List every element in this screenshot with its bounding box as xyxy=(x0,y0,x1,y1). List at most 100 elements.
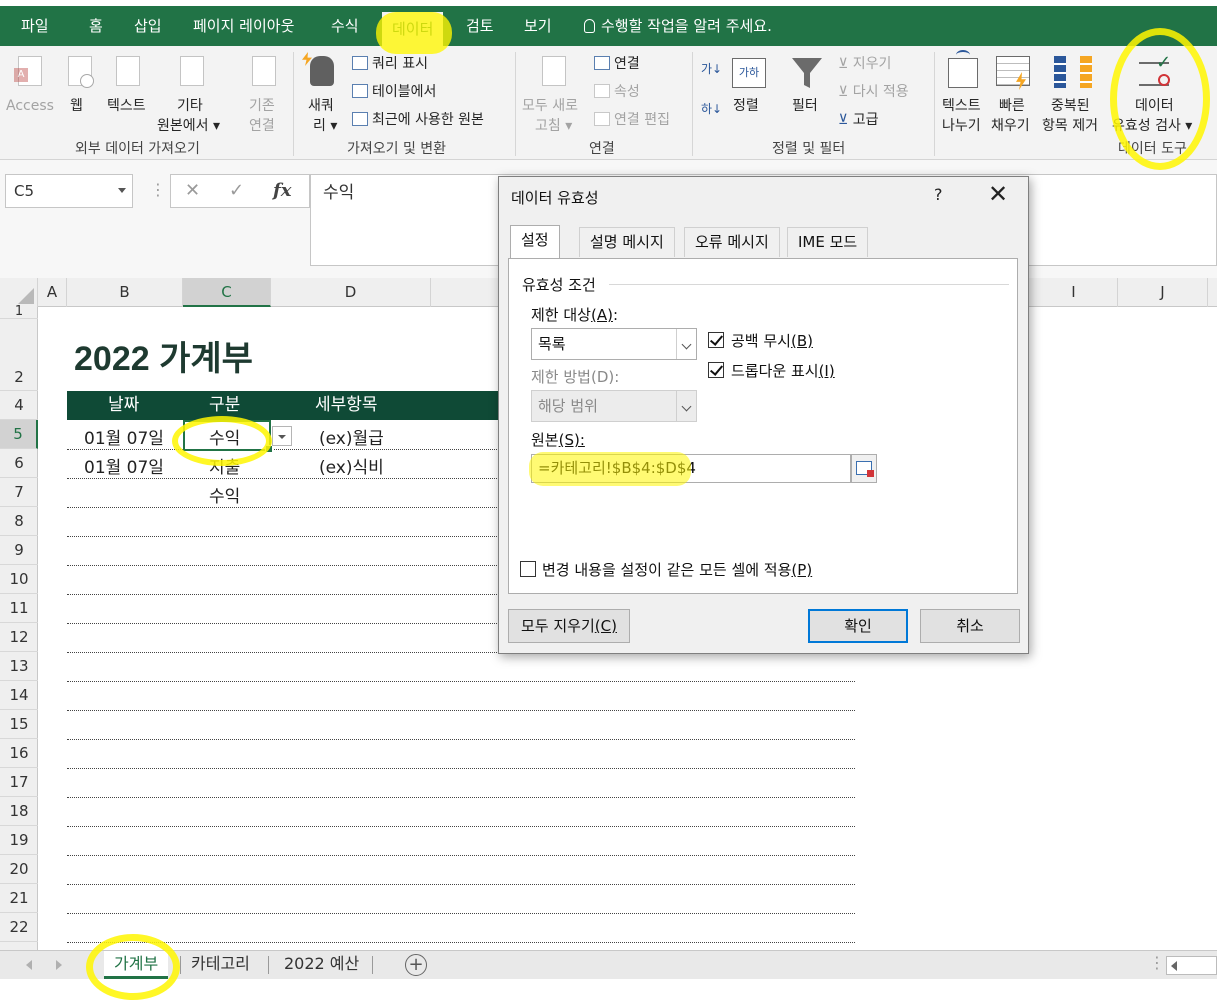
sort-ascending-icon[interactable]: 가↓ xyxy=(701,62,722,76)
row-header[interactable]: 12 xyxy=(0,623,38,652)
cell-c6[interactable]: 지출 xyxy=(209,453,240,478)
ignore-blank-checkbox[interactable] xyxy=(708,332,724,348)
row-header[interactable]: 16 xyxy=(0,739,38,768)
sort-dialog-icon: 가하 xyxy=(732,58,766,88)
help-button[interactable]: ? xyxy=(934,185,943,204)
tab-data[interactable]: 데이터 xyxy=(382,12,444,46)
row-header[interactable]: 21 xyxy=(0,884,38,913)
header-detail: 세부항목 xyxy=(315,395,378,415)
edit-links-button[interactable]: 연결 편집 xyxy=(594,110,670,130)
tab-insert[interactable]: 삽입 xyxy=(134,6,162,46)
row-header[interactable]: 20 xyxy=(0,855,38,884)
row-header[interactable]: 6 xyxy=(0,449,38,478)
select-all-corner[interactable] xyxy=(0,278,38,307)
column-header-j[interactable]: J xyxy=(1118,278,1208,307)
row-border xyxy=(67,884,855,885)
row-header[interactable]: 19 xyxy=(0,826,38,855)
tab-view[interactable]: 보기 xyxy=(524,6,552,46)
column-header-c[interactable]: C xyxy=(183,278,271,307)
sheet-title: 2022 가계부 xyxy=(74,340,253,378)
clear-filter-button[interactable]: ⊻ 지우기 xyxy=(838,54,891,74)
flash-fill-icon xyxy=(996,56,1030,86)
data-select[interactable]: 해당 범위 xyxy=(531,390,697,422)
row-header[interactable]: 1 xyxy=(0,305,38,319)
sheet-tab-budget[interactable]: 2022 예산 xyxy=(274,951,369,979)
row-header[interactable]: 9 xyxy=(0,536,38,565)
cell-d6[interactable]: (ex)식비 xyxy=(319,453,384,478)
tab-settings[interactable]: 설정 xyxy=(510,225,560,259)
reapply-icon: ⊻ xyxy=(838,84,849,100)
row-header[interactable]: 17 xyxy=(0,768,38,797)
row-border xyxy=(67,681,855,682)
name-box[interactable]: C5 xyxy=(5,174,133,208)
column-header-b[interactable]: B xyxy=(67,278,183,307)
tab-error-alert[interactable]: 오류 메시지 xyxy=(684,227,780,257)
row-header[interactable]: 4 xyxy=(0,391,38,420)
row-header[interactable]: 13 xyxy=(0,652,38,681)
row-header[interactable]: 14 xyxy=(0,681,38,710)
cell-b5[interactable]: 01월 07일 xyxy=(84,424,164,449)
connections-button[interactable]: 연결 xyxy=(594,54,640,74)
cell-c7[interactable]: 수익 xyxy=(209,482,240,507)
show-queries-button[interactable]: 쿼리 표시 xyxy=(352,54,428,74)
dropdown-checkbox[interactable] xyxy=(708,362,724,378)
cell-b6[interactable]: 01월 07일 xyxy=(84,453,164,478)
tab-formulas[interactable]: 수식 xyxy=(331,6,359,46)
source-input[interactable]: =카테고리!$B$4:$D$4 xyxy=(531,454,851,483)
from-table-button[interactable]: 테이블에서 xyxy=(352,82,436,102)
cell-dropdown-button[interactable] xyxy=(272,426,292,446)
row-header[interactable]: 18 xyxy=(0,797,38,826)
cell-d5[interactable]: (ex)월급 xyxy=(319,424,384,449)
tell-me-box[interactable]: 수행할 작업을 알려 주세요. xyxy=(584,6,772,46)
row-header[interactable]: 15 xyxy=(0,710,38,739)
active-cell-c5[interactable] xyxy=(183,420,273,453)
advanced-filter-button[interactable]: ⊻ 고급 xyxy=(838,110,878,130)
ribbon: A Access 웹 텍스트 기타 원본에서 ▾ 기존 연결 외부 데이터 가져… xyxy=(0,46,1217,160)
recent-sources-button[interactable]: 최근에 사용한 원본 xyxy=(352,110,484,130)
tab-input-message[interactable]: 설명 메시지 xyxy=(579,227,675,257)
row-header[interactable]: 11 xyxy=(0,594,38,623)
row-header[interactable]: 7 xyxy=(0,478,38,507)
allow-select[interactable]: 목록 xyxy=(531,328,697,360)
tab-home[interactable]: 홈 xyxy=(89,6,103,46)
chevron-down-icon[interactable] xyxy=(118,188,126,193)
range-select-button[interactable] xyxy=(851,454,877,483)
scroll-right-icon[interactable] xyxy=(56,960,62,970)
tab-review[interactable]: 검토 xyxy=(466,6,494,46)
apply-all-checkbox[interactable] xyxy=(520,561,536,577)
tab-page-layout[interactable]: 페이지 레이아웃 xyxy=(193,6,294,46)
row-header[interactable]: 10 xyxy=(0,565,38,594)
sheet-tab-category[interactable]: 카테고리 xyxy=(181,951,260,979)
clear-all-button[interactable]: 모두 지우기(C) xyxy=(508,609,630,643)
row-header[interactable]: 5 xyxy=(0,420,38,449)
column-header-a[interactable]: A xyxy=(38,278,67,307)
other-sources-icon xyxy=(180,56,204,86)
enter-icon[interactable]: ✓ xyxy=(229,175,244,207)
row-header[interactable]: 2 xyxy=(0,319,38,391)
tab-ime-mode[interactable]: IME 모드 xyxy=(787,227,869,257)
text-file-icon xyxy=(116,56,140,86)
row-header[interactable]: 8 xyxy=(0,507,38,536)
clear-filter-icon: ⊻ xyxy=(838,56,849,72)
close-icon[interactable]: ✕ xyxy=(983,181,1013,209)
curve-arrow-icon xyxy=(956,50,970,60)
column-header-d[interactable]: D xyxy=(271,278,431,307)
row-border xyxy=(67,942,855,943)
column-header-i[interactable]: I xyxy=(1030,278,1118,307)
sort-descending-icon[interactable]: 하↓ xyxy=(701,102,722,116)
row-header[interactable]: 22 xyxy=(0,913,38,942)
dropdown-label: 드롭다운 표시(I) xyxy=(731,362,835,380)
properties-button[interactable]: 속성 xyxy=(594,82,640,102)
status-area xyxy=(0,979,1217,1003)
ok-button[interactable]: 확인 xyxy=(808,609,908,643)
cancel-icon[interactable]: ✕ xyxy=(185,175,200,207)
add-sheet-button[interactable]: + xyxy=(405,954,427,976)
scroll-left-icon[interactable] xyxy=(26,960,32,970)
horizontal-scrollbar[interactable] xyxy=(1166,956,1217,975)
insert-function-icon[interactable]: fx xyxy=(273,175,291,207)
reapply-button[interactable]: ⊻ 다시 적용 xyxy=(838,82,909,102)
tab-file[interactable]: 파일 xyxy=(21,6,49,46)
cancel-button[interactable]: 취소 xyxy=(920,609,1020,643)
existing-connections-icon xyxy=(252,56,276,86)
sheet-tab-household[interactable]: 가계부 xyxy=(104,951,169,979)
